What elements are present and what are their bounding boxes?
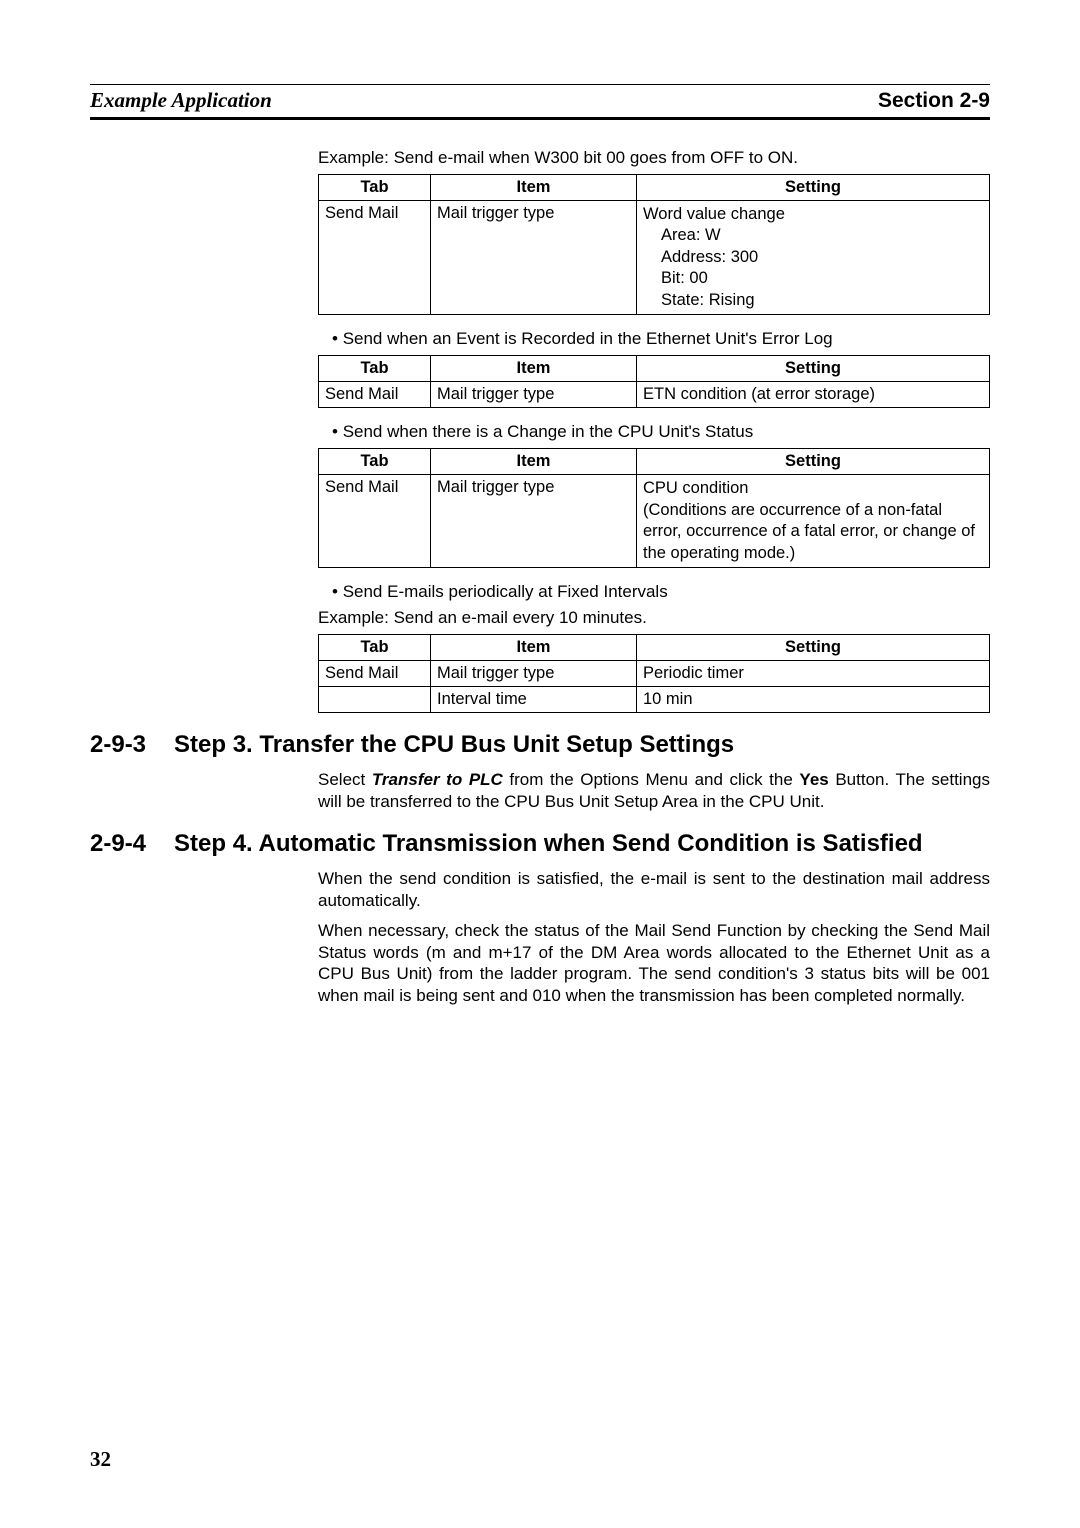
th-tab: Tab: [319, 634, 431, 660]
table-header-row: Tab Item Setting: [319, 449, 990, 475]
page-number: 32: [90, 1447, 111, 1472]
cell-tab: [319, 686, 431, 712]
cell-item: Mail trigger type: [431, 660, 637, 686]
table-row: Interval time 10 min: [319, 686, 990, 712]
cell-setting: ETN condition (at error storage): [637, 382, 990, 408]
table-cpu-condition: Tab Item Setting Send Mail Mail trigger …: [318, 448, 990, 568]
table-row: Send Mail Mail trigger type Word value c…: [319, 201, 990, 315]
setting-area: Area: W: [643, 225, 983, 246]
cell-tab: Send Mail: [319, 475, 431, 568]
th-setting: Setting: [637, 449, 990, 475]
heading-2-9-3: 2-9-3 Step 3. Transfer the CPU Bus Unit …: [90, 731, 990, 759]
bullet-cpu-status: Send when there is a Change in the CPU U…: [332, 422, 990, 442]
setting-address: Address: 300: [643, 247, 983, 268]
cell-item: Mail trigger type: [431, 475, 637, 568]
heading-num: 2-9-3: [90, 731, 146, 759]
setting-state: State: Rising: [643, 290, 983, 311]
th-tab: Tab: [319, 449, 431, 475]
header-section-number: Section 2-9: [878, 89, 990, 113]
header-section-title: Example Application: [90, 88, 272, 113]
content-block: Example: Send e-mail when W300 bit 00 go…: [318, 148, 990, 713]
table-row: Send Mail Mail trigger type Periodic tim…: [319, 660, 990, 686]
th-item: Item: [431, 175, 637, 201]
table-header-row: Tab Item Setting: [319, 175, 990, 201]
cell-setting: Periodic timer: [637, 660, 990, 686]
cell-setting: CPU condition (Conditions are occurrence…: [637, 475, 990, 568]
th-setting: Setting: [637, 175, 990, 201]
cell-tab: Send Mail: [319, 382, 431, 408]
bullet-errorlog: Send when an Event is Recorded in the Et…: [332, 329, 990, 349]
th-item: Item: [431, 356, 637, 382]
heading-num: 2-9-4: [90, 830, 146, 858]
section-294-para2: When necessary, check the status of the …: [318, 920, 990, 1007]
th-item: Item: [431, 449, 637, 475]
section-293-para: Select Transfer to PLC from the Options …: [318, 769, 990, 813]
cell-item: Mail trigger type: [431, 201, 637, 315]
setting-bit: Bit: 00: [643, 268, 983, 289]
th-setting: Setting: [637, 634, 990, 660]
th-tab: Tab: [319, 356, 431, 382]
heading-title: Step 3. Transfer the CPU Bus Unit Setup …: [174, 731, 734, 759]
example-text-4: Example: Send an e-mail every 10 minutes…: [318, 608, 990, 628]
cell-item: Interval time: [431, 686, 637, 712]
section-294-body: When the send condition is satisfied, th…: [318, 868, 990, 1007]
header-rule-top: [90, 84, 990, 85]
heading-title: Step 4. Automatic Transmission when Send…: [174, 830, 923, 858]
table-header-row: Tab Item Setting: [319, 634, 990, 660]
text: from the Options Menu and click the: [503, 770, 800, 789]
cell-item: Mail trigger type: [431, 382, 637, 408]
table-header-row: Tab Item Setting: [319, 356, 990, 382]
setting-line: Word value change: [643, 204, 983, 225]
th-setting: Setting: [637, 356, 990, 382]
th-tab: Tab: [319, 175, 431, 201]
page-header: Example Application Section 2-9: [90, 88, 990, 120]
table-etn-condition: Tab Item Setting Send Mail Mail trigger …: [318, 355, 990, 408]
section-294-para1: When the send condition is satisfied, th…: [318, 868, 990, 912]
table-periodic-timer: Tab Item Setting Send Mail Mail trigger …: [318, 634, 990, 713]
heading-2-9-4: 2-9-4 Step 4. Automatic Transmission whe…: [90, 830, 990, 858]
bold-transfer-to-plc: Transfer to PLC: [372, 770, 503, 789]
cell-setting: Word value change Area: W Address: 300 B…: [637, 201, 990, 315]
section-293-body: Select Transfer to PLC from the Options …: [318, 769, 990, 813]
table-word-value-change: Tab Item Setting Send Mail Mail trigger …: [318, 174, 990, 315]
cell-tab: Send Mail: [319, 660, 431, 686]
th-item: Item: [431, 634, 637, 660]
table-row: Send Mail Mail trigger type ETN conditio…: [319, 382, 990, 408]
cell-setting: 10 min: [637, 686, 990, 712]
table-row: Send Mail Mail trigger type CPU conditio…: [319, 475, 990, 568]
bullet-periodic: Send E-mails periodically at Fixed Inter…: [332, 582, 990, 602]
bold-yes: Yes: [799, 770, 828, 789]
example-text-1: Example: Send e-mail when W300 bit 00 go…: [318, 148, 990, 168]
cell-tab: Send Mail: [319, 201, 431, 315]
text: Select: [318, 770, 372, 789]
